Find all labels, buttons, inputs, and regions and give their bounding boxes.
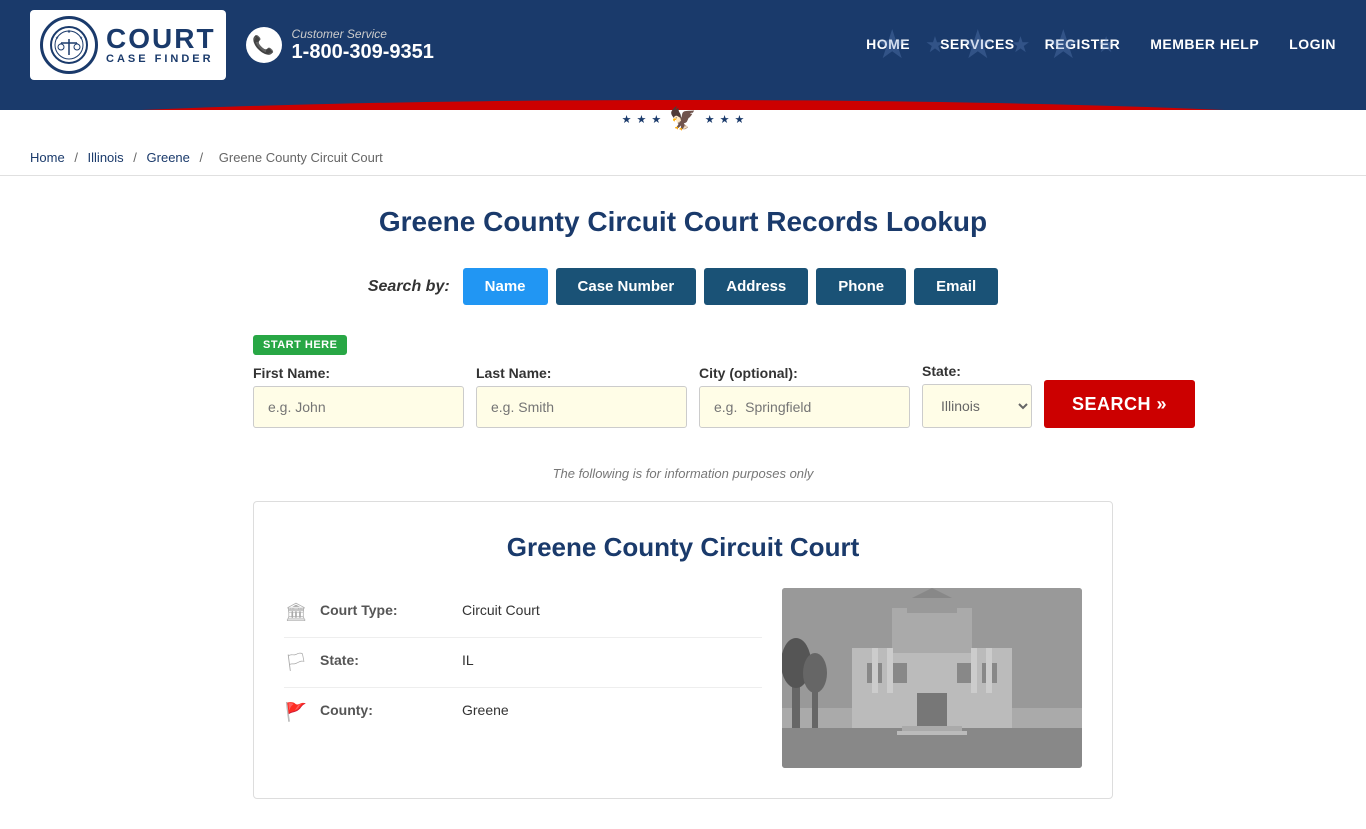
tab-phone[interactable]: Phone bbox=[816, 268, 906, 305]
court-card-title: Greene County Circuit Court bbox=[284, 532, 1082, 563]
courthouse-svg bbox=[782, 588, 1082, 768]
header-stars: ★ ★ ★ ★ ★ ★ bbox=[874, 0, 1116, 90]
state-label: State: bbox=[922, 363, 1032, 379]
start-here-badge: START HERE bbox=[253, 335, 347, 355]
star-icon: ★ bbox=[705, 113, 715, 126]
eagle-container: ★ ★ ★ 🦅 ★ ★ ★ bbox=[622, 106, 745, 132]
cs-label: Customer Service bbox=[292, 27, 434, 41]
last-name-input[interactable] bbox=[476, 386, 687, 428]
city-group: City (optional): bbox=[699, 365, 910, 428]
banner-wave: ★ ★ ★ 🦅 ★ ★ ★ bbox=[0, 90, 1366, 140]
breadcrumb-greene[interactable]: Greene bbox=[147, 150, 190, 165]
star-icon: ★ bbox=[720, 113, 730, 126]
star-icon: ★ bbox=[622, 113, 632, 126]
star-icon: ★ bbox=[1096, 32, 1116, 58]
info-row-court-type: 🏛 Court Type: Circuit Court bbox=[284, 588, 762, 638]
breadcrumb-separator: / bbox=[200, 150, 207, 165]
last-name-label: Last Name: bbox=[476, 365, 687, 381]
first-name-group: First Name: bbox=[253, 365, 464, 428]
last-name-group: Last Name: bbox=[476, 365, 687, 428]
city-label: City (optional): bbox=[699, 365, 910, 381]
eagle-icon: 🦅 bbox=[669, 106, 696, 132]
court-card-body: 🏛 Court Type: Circuit Court 🏳 State: IL … bbox=[284, 588, 1082, 768]
breadcrumb-home[interactable]: Home bbox=[30, 150, 65, 165]
logo-court-label: COURT bbox=[106, 25, 216, 53]
eagle-stars-left: ★ ★ ★ bbox=[622, 113, 662, 126]
court-type-icon: 🏛 bbox=[284, 602, 308, 623]
first-name-input[interactable] bbox=[253, 386, 464, 428]
logo-emblem-svg: ★ ★ ★ bbox=[49, 25, 89, 65]
courthouse-image bbox=[782, 588, 1082, 768]
court-type-value: Circuit Court bbox=[462, 602, 540, 618]
court-type-label: Court Type: bbox=[320, 602, 450, 618]
state-select[interactable]: Illinois Alabama Alaska Arizona Arkansas… bbox=[922, 384, 1032, 428]
svg-text:★: ★ bbox=[55, 35, 59, 40]
cs-phone: 1-800-309-9351 bbox=[292, 41, 434, 64]
form-row: First Name: Last Name: City (optional): … bbox=[253, 363, 1113, 428]
breadcrumb-current: Greene County Circuit Court bbox=[219, 150, 383, 165]
logo[interactable]: ★ ★ ★ COURT CASE FINDER bbox=[30, 10, 226, 80]
breadcrumb-separator: / bbox=[74, 150, 81, 165]
county-icon: 🚩 bbox=[284, 702, 308, 723]
star-icon: ★ bbox=[734, 113, 744, 126]
state-value: IL bbox=[462, 652, 474, 668]
search-by-row: Search by: Name Case Number Address Phon… bbox=[253, 268, 1113, 305]
county-label: County: bbox=[320, 702, 450, 718]
info-note: The following is for information purpose… bbox=[253, 466, 1113, 481]
county-value: Greene bbox=[462, 702, 509, 718]
tab-name[interactable]: Name bbox=[463, 268, 548, 305]
star-icon: ★ bbox=[651, 113, 661, 126]
logo-text: COURT CASE FINDER bbox=[106, 25, 216, 65]
court-card-details: 🏛 Court Type: Circuit Court 🏳 State: IL … bbox=[284, 588, 762, 768]
main-content: Greene County Circuit Court Records Look… bbox=[233, 176, 1133, 829]
search-by-label: Search by: bbox=[368, 278, 450, 296]
search-form-container: START HERE First Name: Last Name: City (… bbox=[253, 325, 1113, 448]
star-icon: ★ bbox=[1045, 22, 1081, 68]
site-header: ★ ★ ★ ★ ★ ★ ★ ★ ★ bbox=[0, 0, 1366, 90]
header-left: ★ ★ ★ COURT CASE FINDER 📞 bbox=[30, 10, 434, 80]
cs-text: Customer Service 1-800-309-9351 bbox=[292, 27, 434, 64]
first-name-label: First Name: bbox=[253, 365, 464, 381]
tab-case-number[interactable]: Case Number bbox=[556, 268, 697, 305]
info-row-state: 🏳 State: IL bbox=[284, 638, 762, 688]
tab-email[interactable]: Email bbox=[914, 268, 998, 305]
court-info-card: Greene County Circuit Court 🏛 Court Type… bbox=[253, 501, 1113, 799]
breadcrumb: Home / Illinois / Greene / Greene County… bbox=[0, 140, 1366, 176]
breadcrumb-illinois[interactable]: Illinois bbox=[88, 150, 124, 165]
nav-login[interactable]: LOGIN bbox=[1289, 36, 1336, 54]
star-icon: ★ bbox=[637, 113, 647, 126]
svg-text:★: ★ bbox=[79, 35, 83, 40]
logo-emblem: ★ ★ ★ bbox=[40, 16, 98, 74]
eagle-stars-right: ★ ★ ★ bbox=[705, 113, 745, 126]
state-group: State: Illinois Alabama Alaska Arizona A… bbox=[922, 363, 1032, 428]
city-input[interactable] bbox=[699, 386, 910, 428]
star-icon: ★ bbox=[874, 22, 910, 68]
state-icon: 🏳 bbox=[284, 652, 308, 673]
star-icon: ★ bbox=[960, 22, 996, 68]
star-icon: ★ bbox=[925, 32, 945, 58]
svg-text:★: ★ bbox=[67, 29, 72, 35]
logo-casefinder-label: CASE FINDER bbox=[106, 53, 214, 65]
search-button[interactable]: SEARCH » bbox=[1044, 380, 1195, 428]
state-label-card: State: bbox=[320, 652, 450, 668]
breadcrumb-separator: / bbox=[133, 150, 140, 165]
tab-address[interactable]: Address bbox=[704, 268, 808, 305]
star-icon: ★ bbox=[1011, 32, 1031, 58]
page-title: Greene County Circuit Court Records Look… bbox=[253, 206, 1113, 238]
phone-icon: 📞 bbox=[246, 27, 282, 63]
nav-member-help[interactable]: MEMBER HELP bbox=[1150, 36, 1259, 54]
info-row-county: 🚩 County: Greene bbox=[284, 688, 762, 737]
customer-service: 📞 Customer Service 1-800-309-9351 bbox=[246, 27, 434, 64]
